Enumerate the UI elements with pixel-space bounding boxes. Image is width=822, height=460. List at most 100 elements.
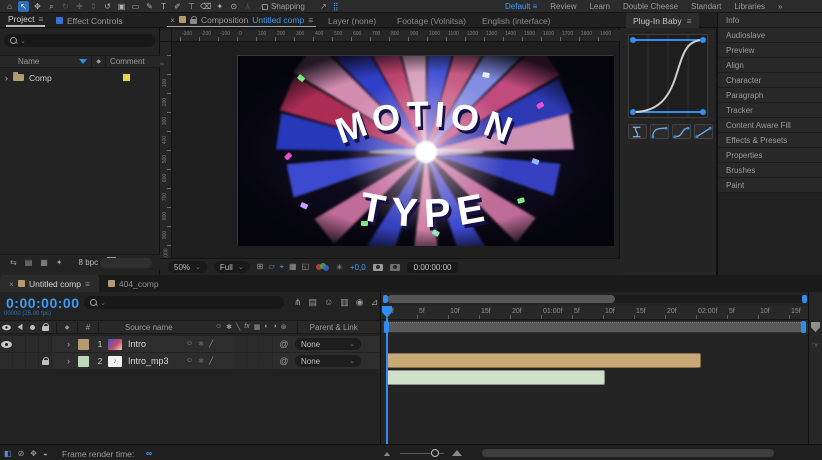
quality-toggle-icon[interactable]: ╱ [209, 357, 213, 365]
pickwhip-icon[interactable]: @ [273, 356, 295, 366]
fx-column-icon[interactable]: fx [244, 323, 249, 331]
horizontal-ruler[interactable]: -300-200-1000100200300400500600700800900… [172, 30, 620, 42]
workspace-tab-libraries[interactable]: Libraries [734, 2, 765, 11]
audio-column-icon[interactable] [17, 324, 22, 330]
shy-toggle-icon[interactable]: ☺ [186, 357, 193, 365]
composition-canvas[interactable]: MOTION MOTION TYPE TYPE [237, 55, 613, 245]
panel-menu-icon[interactable]: ≡ [308, 15, 313, 25]
lock-cell[interactable] [39, 336, 52, 352]
solo-cell[interactable] [26, 353, 39, 369]
workspace-tab-default[interactable]: Default ≡ [505, 2, 537, 11]
work-area-bar[interactable] [386, 322, 804, 332]
panel-tab-preview[interactable]: Preview [718, 43, 822, 58]
adjust-icon[interactable]: ✦ [56, 258, 63, 267]
viewer-timecode[interactable]: 0:00:00:00 [407, 262, 459, 273]
timeline-tab-404-comp[interactable]: 404_comp [99, 275, 168, 292]
motion-blur-column-icon[interactable]: ◑ [273, 323, 277, 331]
layer-expander[interactable]: › [62, 356, 75, 366]
graph-editor-icon[interactable]: ⊿ [371, 297, 379, 308]
snapping-control[interactable]: Snapping [262, 0, 305, 13]
workspace-tab-review[interactable]: Review [550, 2, 576, 11]
tab-project[interactable]: Project ≡ [6, 13, 45, 27]
curve-handle[interactable] [630, 37, 636, 43]
grid-options-icon[interactable]: ⊞ [257, 262, 264, 272]
navigator-handle[interactable] [387, 295, 615, 303]
exposure-value[interactable]: +0,0 [350, 263, 366, 272]
layer-expander[interactable]: › [62, 339, 75, 349]
parent-dropdown[interactable]: None⌄ [295, 355, 361, 367]
bpc-button[interactable]: 8 bpc [79, 258, 99, 267]
render-status-icon[interactable]: ◧ [4, 449, 12, 458]
panel-tab-align[interactable]: Align [718, 58, 822, 73]
lock-icon[interactable] [42, 360, 49, 365]
transparency-grid-icon[interactable]: ▦ [289, 262, 297, 272]
current-timecode[interactable]: 0:00:00:00 [6, 295, 80, 311]
magnify-icon[interactable]: ◱ [302, 262, 310, 272]
workspace-tab-double-cheese[interactable]: Double Cheese [623, 2, 678, 11]
frame-blend-footer-icon[interactable]: ◒ [43, 449, 48, 458]
shy-column-icon[interactable]: ☺ [215, 323, 222, 331]
work-area-end-handle[interactable] [801, 321, 806, 333]
dolly-camera-tool[interactable]: ⇕ [88, 1, 99, 12]
audio-cell[interactable] [13, 336, 26, 352]
region-of-interest-icon[interactable]: ⌖ [280, 262, 285, 272]
ruler-corner[interactable] [160, 30, 172, 42]
layer-duration-bar[interactable] [386, 370, 605, 385]
solo-column-icon[interactable] [30, 325, 35, 330]
navigator-end-handle[interactable] [802, 295, 807, 303]
interpret-footage-icon[interactable]: ⇆ [10, 258, 17, 267]
puppet-overlap-tool[interactable]: ⅄ [242, 1, 253, 12]
column-name[interactable]: Name [18, 57, 39, 66]
playhead-line[interactable] [386, 318, 388, 444]
hand-tool[interactable]: ✥ [32, 1, 43, 12]
zoom-tool[interactable]: ⌕ [46, 1, 57, 12]
visibility-cell[interactable] [0, 336, 13, 352]
panel-tab-properties[interactable]: Properties [718, 148, 822, 163]
motion-blur-icon[interactable]: ◉ [356, 297, 364, 308]
brush-tool[interactable]: ✐ [172, 1, 183, 12]
workspace-tab-more[interactable]: » [778, 2, 782, 11]
collapse-column-icon[interactable]: ✱ [226, 323, 232, 331]
parent-dropdown[interactable]: None⌄ [295, 338, 361, 350]
vertical-ruler[interactable]: 01002003004005006007008009001000 [160, 42, 172, 258]
shy-footer-icon[interactable]: ✥ [30, 449, 37, 458]
three-d-column-icon[interactable]: ⊛ [281, 323, 287, 331]
time-ruler[interactable]: 0f5f10f15f20f01:00f5f10f15f20f02:00f5f10… [381, 306, 809, 320]
comp-marker-icon[interactable] [811, 322, 820, 332]
panel-tab-audioslave[interactable]: Audioslave [718, 28, 822, 43]
tab-english[interactable]: English (interface) [482, 13, 551, 28]
roto-brush-tool[interactable]: ✦ [214, 1, 225, 12]
collapse-toggle-icon[interactable]: ✱ [198, 357, 204, 365]
selection-tool[interactable]: ↖ [18, 1, 29, 12]
workspace-menu-icon[interactable]: ≡ [533, 2, 538, 11]
shy-toggle-icon[interactable]: ☺ [186, 340, 193, 348]
parent-link-column[interactable]: Parent & Link [310, 323, 358, 332]
navigator-start-handle[interactable] [383, 295, 388, 303]
ease-curve-editor[interactable] [628, 34, 708, 123]
orbit-camera-tool[interactable]: ↻ [60, 1, 71, 12]
time-navigator[interactable] [383, 295, 807, 303]
eye-column-icon[interactable] [2, 324, 11, 330]
close-icon[interactable]: × [9, 279, 14, 289]
zoom-in-mountain-icon[interactable] [452, 450, 462, 456]
pickwhip-icon[interactable]: @ [273, 339, 295, 349]
layer-row[interactable]: › 1 Intro ☺✱╱ @ None⌄ [0, 336, 380, 352]
panel-tab-paint[interactable]: Paint [718, 178, 822, 193]
lock-cell[interactable] [39, 353, 52, 369]
chevron-down-icon[interactable]: ⌄ [100, 299, 106, 307]
preset-ease-out-corner[interactable] [650, 124, 669, 139]
tab-layer[interactable]: Layer (none) [328, 13, 376, 28]
project-search-input[interactable]: ⌄ [4, 34, 155, 47]
snapshot-camera-icon[interactable] [373, 264, 383, 271]
expander-icon[interactable]: › [0, 73, 13, 83]
workspace-tab-standart[interactable]: Standart [691, 2, 721, 11]
rectangle-tool[interactable]: ▭ [130, 1, 141, 12]
curve-handle[interactable] [630, 109, 636, 115]
home-tool[interactable]: ⌂ [4, 1, 15, 12]
layer-color-swatch[interactable] [78, 339, 89, 350]
type-tool[interactable]: T [158, 1, 169, 12]
panel-tab-paragraph[interactable]: Paragraph [718, 88, 822, 103]
curve-handle[interactable] [700, 109, 706, 115]
clone-stamp-tool[interactable]: ⊤ [186, 1, 197, 12]
magnification-dropdown[interactable]: 50%⌄ [168, 261, 207, 273]
